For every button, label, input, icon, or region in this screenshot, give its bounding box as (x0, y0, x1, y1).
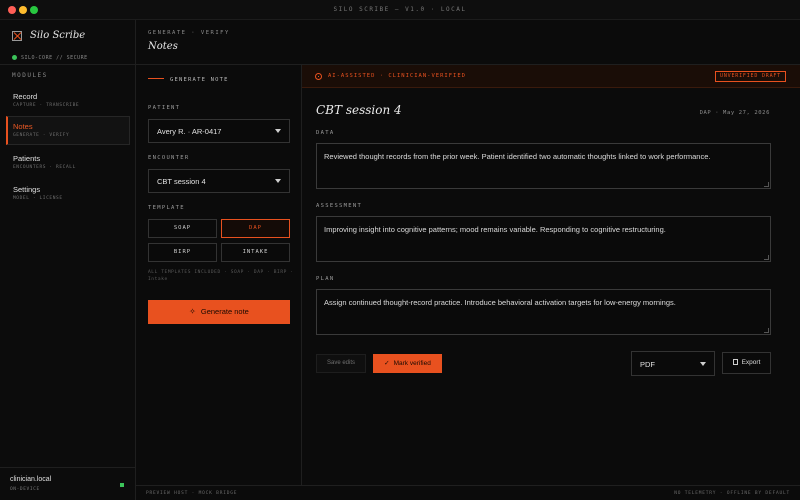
template-soap-button[interactable]: SOAP (148, 219, 217, 238)
page-header: GENERATE · VERIFY Notes (136, 20, 800, 65)
sidebar-item-label: Patients (13, 154, 41, 163)
sidebar-item-patients[interactable]: Patients ENCOUNTERS · RECALL (6, 148, 130, 177)
check-icon: ✓ (384, 360, 390, 367)
section-heading: GENERATE NOTE (148, 77, 229, 83)
patient-label: PATIENT (148, 105, 181, 111)
assessment-section-label: ASSESSMENT (316, 203, 363, 209)
generate-note-button[interactable]: ✧ Generate note (148, 300, 290, 324)
brand-status-text: SILO-CORE // SECURE (21, 55, 88, 61)
assessment-text: Improving insight into cognitive pattern… (324, 225, 666, 234)
modules-heading: MODULES (12, 72, 48, 79)
sidebar-item-label: Record (13, 92, 38, 101)
sidebar-item-sublabel: GENERATE · VERIFY (13, 133, 70, 138)
brand-name: Silo Scribe (30, 30, 86, 41)
sidebar: Silo Scribe SILO-CORE // SECURE MODULES … (0, 20, 136, 500)
title-bar: SILO SCRIBE — V1.0 · LOCAL (0, 0, 800, 20)
user-mode: ON-DEVICE (10, 487, 40, 492)
template-dap-button[interactable]: DAP (221, 219, 290, 238)
sidebar-item-record[interactable]: Record CAPTURE · TRANSCRIBE (6, 86, 130, 115)
save-edits-button[interactable]: Save edits (316, 354, 366, 373)
plan-section-label: PLAN (316, 276, 335, 282)
data-textarea[interactable]: Reviewed thought records from the prior … (316, 143, 771, 189)
assessment-textarea[interactable]: Improving insight into cognitive pattern… (316, 216, 771, 262)
generate-note-label: Generate note (200, 307, 249, 316)
logo-icon (12, 31, 22, 41)
sidebar-item-sublabel: CAPTURE · TRANSCRIBE (13, 103, 80, 108)
mark-verified-button[interactable]: ✓ Mark verified (373, 354, 442, 373)
plan-textarea[interactable]: Assign continued thought-record practice… (316, 289, 771, 335)
resize-handle-icon[interactable] (764, 255, 769, 260)
sidebar-item-sublabel: MODEL · LICENSE (13, 196, 63, 201)
patient-select-value: Avery R. · AR-0417 (157, 127, 222, 136)
note-meta: DAP · May 27, 2026 (699, 110, 770, 116)
status-bar-left: PREVIEW HOST · MOCK BRIDGE (146, 491, 238, 496)
export-label: Export (741, 359, 761, 366)
export-button[interactable]: Export (722, 352, 771, 374)
accent-rule (148, 78, 164, 79)
status-bar-right: NO TELEMETRY · OFFLINE BY DEFAULT (674, 491, 790, 496)
export-format-select[interactable]: PDF (631, 351, 715, 376)
sidebar-item-notes[interactable]: Notes GENERATE · VERIFY (6, 116, 130, 145)
encounter-label: ENCOUNTER (148, 155, 190, 161)
generate-form: GENERATE NOTE PATIENT Avery R. · AR-0417… (136, 65, 302, 485)
ai-banner-text: AI-ASSISTED · CLINICIAN-VERIFIED (328, 73, 466, 79)
sidebar-item-settings[interactable]: Settings MODEL · LICENSE (6, 179, 130, 208)
brand-status: SILO-CORE // SECURE (12, 55, 88, 61)
online-indicator-icon (120, 483, 124, 487)
sparkle-icon: ✧ (189, 307, 196, 316)
resize-handle-icon[interactable] (764, 328, 769, 333)
templates-note: ALL TEMPLATES INCLUDED · SOAP · DAP · BI… (148, 270, 294, 282)
export-format-value: PDF (640, 360, 655, 369)
page-title: Notes (148, 41, 178, 52)
template-label: TEMPLATE (148, 205, 185, 211)
note-editor: AI-ASSISTED · CLINICIAN-VERIFIED UNVERIF… (302, 65, 800, 485)
section-heading-text: GENERATE NOTE (170, 77, 229, 83)
alert-circle-icon (315, 73, 322, 80)
template-intake-button[interactable]: INTAKE (221, 243, 290, 262)
status-dot-icon (12, 55, 17, 60)
chevron-down-icon (275, 179, 281, 183)
status-bar: PREVIEW HOST · MOCK BRIDGE NO TELEMETRY … (136, 485, 800, 500)
breadcrumb: GENERATE · VERIFY (148, 30, 230, 36)
document-icon (732, 359, 738, 365)
data-text: Reviewed thought records from the prior … (324, 152, 711, 161)
template-birp-button[interactable]: BIRP (148, 243, 217, 262)
user-panel: clinician.local ON-DEVICE (0, 467, 136, 500)
mark-verified-label: Mark verified (393, 360, 431, 367)
sidebar-item-sublabel: ENCOUNTERS · RECALL (13, 165, 76, 170)
chevron-down-icon (275, 129, 281, 133)
data-section-label: DATA (316, 130, 335, 136)
encounter-select-value: CBT session 4 (157, 177, 206, 186)
chevron-down-icon (700, 362, 706, 366)
status-badge: UNVERIFIED DRAFT (715, 71, 786, 82)
note-title: CBT session 4 (316, 103, 402, 117)
divider (0, 64, 136, 65)
window-title: SILO SCRIBE — V1.0 · LOCAL (333, 6, 467, 13)
user-name: clinician.local (10, 476, 52, 483)
resize-handle-icon[interactable] (764, 182, 769, 187)
ai-banner: AI-ASSISTED · CLINICIAN-VERIFIED UNVERIF… (302, 65, 800, 88)
sidebar-item-label: Settings (13, 185, 41, 194)
plan-text: Assign continued thought-record practice… (324, 298, 676, 307)
patient-select[interactable]: Avery R. · AR-0417 (148, 119, 290, 143)
encounter-select[interactable]: CBT session 4 (148, 169, 290, 193)
sidebar-item-label: Notes (13, 122, 33, 131)
